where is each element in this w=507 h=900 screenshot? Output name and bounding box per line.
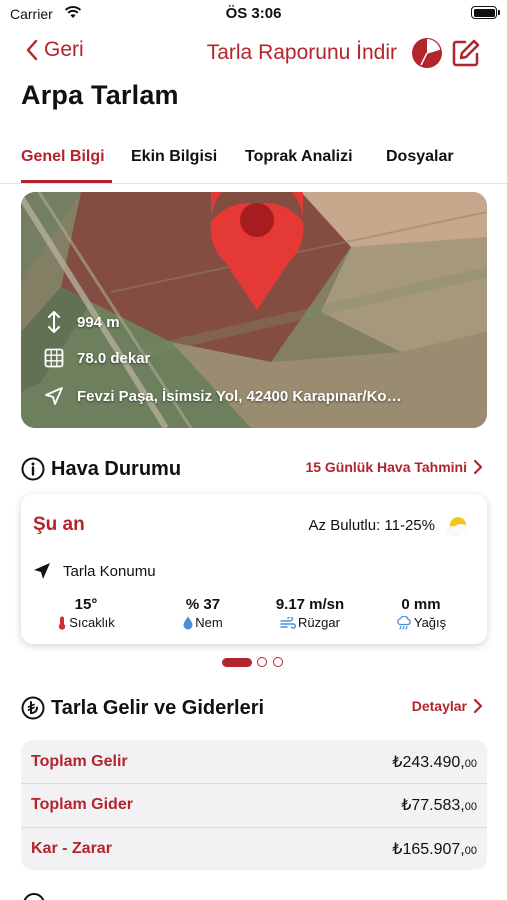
- page-dot-active[interactable]: [222, 657, 252, 667]
- profit-loss-label: Kar - Zarar: [31, 840, 112, 857]
- temperature-label: Sıcaklık: [69, 615, 115, 630]
- temperature-value: 15°: [74, 596, 98, 613]
- download-report-button[interactable]: Tarla Raporunu İndir: [207, 41, 397, 65]
- grid-icon: [44, 348, 64, 368]
- next-section-icon: [23, 893, 45, 900]
- info-icon: [21, 457, 45, 481]
- navigation-bar: Geri Tarla Raporunu İndir: [0, 30, 507, 76]
- temperature-stat: 15° Sıcaklık: [31, 596, 141, 630]
- lira-coin-icon: [21, 696, 45, 720]
- address-row: Fevzi Paşa, İsimsiz Yol, 42400 Karapınar…: [43, 386, 402, 406]
- pie-chart-icon[interactable]: [411, 37, 443, 69]
- vertical-arrows-icon: [48, 311, 60, 333]
- weather-condition: Az Bulutlu: 11-25%: [308, 517, 435, 534]
- wind-icon: [280, 616, 296, 629]
- location-arrow-icon: [34, 563, 50, 579]
- finance-section-header: Tarla Gelir ve Giderleri Detaylar: [21, 693, 487, 723]
- finance-summary-card: Toplam Gelir ₺243.490,00 Toplam Gider ₺7…: [21, 740, 487, 870]
- navigation-arrow-icon: [45, 387, 63, 405]
- tab-general-info[interactable]: Genel Bilgi: [21, 148, 105, 166]
- forecast-link-label: 15 Günlük Hava Tahmini: [305, 459, 467, 475]
- page-dot[interactable]: [257, 657, 267, 667]
- precipitation-stat: 0 mm Yağış: [366, 596, 476, 630]
- clock: ÖS 3:06: [225, 5, 282, 22]
- droplet-icon: [183, 616, 193, 629]
- chevron-left-icon: [26, 39, 38, 61]
- weather-card[interactable]: Şu an Az Bulutlu: 11-25% Tarla Konumu 15…: [21, 494, 487, 644]
- humidity-value: % 37: [185, 596, 221, 613]
- chevron-right-icon: [473, 698, 483, 714]
- weather-page-indicator[interactable]: [222, 657, 289, 667]
- forecast-link[interactable]: 15 Günlük Hava Tahmini: [305, 459, 483, 475]
- finance-section-title: Tarla Gelir ve Giderleri: [51, 696, 265, 719]
- partly-cloudy-icon: [446, 517, 468, 536]
- field-map[interactable]: 994 m 78.0 dekar Fevzi Paşa, İsimsiz Yol…: [21, 192, 487, 428]
- tab-bar: Genel Bilgi Ekin Bilgisi Toprak Analizi …: [0, 140, 507, 184]
- page-title: Arpa Tarlam: [21, 80, 179, 110]
- altitude-value: 994 m: [77, 313, 120, 331]
- finance-details-link[interactable]: Detaylar: [412, 698, 483, 714]
- area-value: 78.0 dekar: [77, 349, 151, 367]
- finance-row-profit: Kar - Zarar ₺165.907,00: [21, 827, 487, 870]
- active-tab-indicator: [21, 180, 112, 183]
- tab-soil-analysis[interactable]: Toprak Analizi: [245, 148, 353, 166]
- profit-loss-value: ₺165.907,00: [392, 841, 477, 858]
- wind-label: Rüzgar: [298, 615, 340, 630]
- page-dot[interactable]: [273, 657, 283, 667]
- total-expense-label: Toplam Gider: [31, 796, 133, 813]
- area-row: 78.0 dekar: [43, 348, 150, 368]
- altitude-row: 994 m: [43, 311, 120, 333]
- details-link-label: Detaylar: [411, 698, 467, 714]
- edit-icon[interactable]: [451, 38, 481, 68]
- wind-stat: 9.17 m/sn Rüzgar: [255, 596, 365, 630]
- current-weather-label: Şu an: [33, 514, 85, 535]
- total-income-label: Toplam Gelir: [31, 752, 128, 770]
- back-label: Geri: [44, 38, 84, 61]
- weather-stats: 15° Sıcaklık % 37 Nem 9.17 m/sn Rüzgar 0…: [21, 596, 487, 636]
- address-value: Fevzi Paşa, İsimsiz Yol, 42400 Karapınar…: [77, 387, 402, 405]
- finance-row-income: Toplam Gelir ₺243.490,00: [21, 740, 487, 783]
- wind-value: 9.17 m/sn: [275, 596, 345, 613]
- precipitation-value: 0 mm: [401, 596, 441, 613]
- tab-files[interactable]: Dosyalar: [386, 148, 454, 166]
- field-location-row: Tarla Konumu: [33, 562, 156, 580]
- status-bar: Carrier ÖS 3:06: [0, 0, 507, 28]
- total-income-value: ₺243.490,00: [392, 753, 477, 771]
- tab-crop-info[interactable]: Ekin Bilgisi: [131, 148, 217, 166]
- precipitation-label: Yağış: [413, 615, 447, 630]
- finance-row-expense: Toplam Gider ₺77.583,00: [21, 783, 487, 826]
- humidity-stat: % 37 Nem: [148, 596, 258, 630]
- rain-cloud-icon: [396, 615, 411, 630]
- weather-section-title: Hava Durumu: [51, 457, 182, 480]
- total-expense-value: ₺77.583,00: [401, 797, 477, 814]
- field-location-label: Tarla Konumu: [63, 562, 156, 580]
- battery-icon: [471, 6, 500, 19]
- thermometer-icon: [59, 616, 66, 630]
- weather-section-header: Hava Durumu 15 Günlük Hava Tahmini: [21, 454, 487, 484]
- chevron-right-icon: [473, 459, 483, 475]
- humidity-label: Nem: [195, 615, 223, 630]
- back-button[interactable]: Geri: [26, 38, 84, 62]
